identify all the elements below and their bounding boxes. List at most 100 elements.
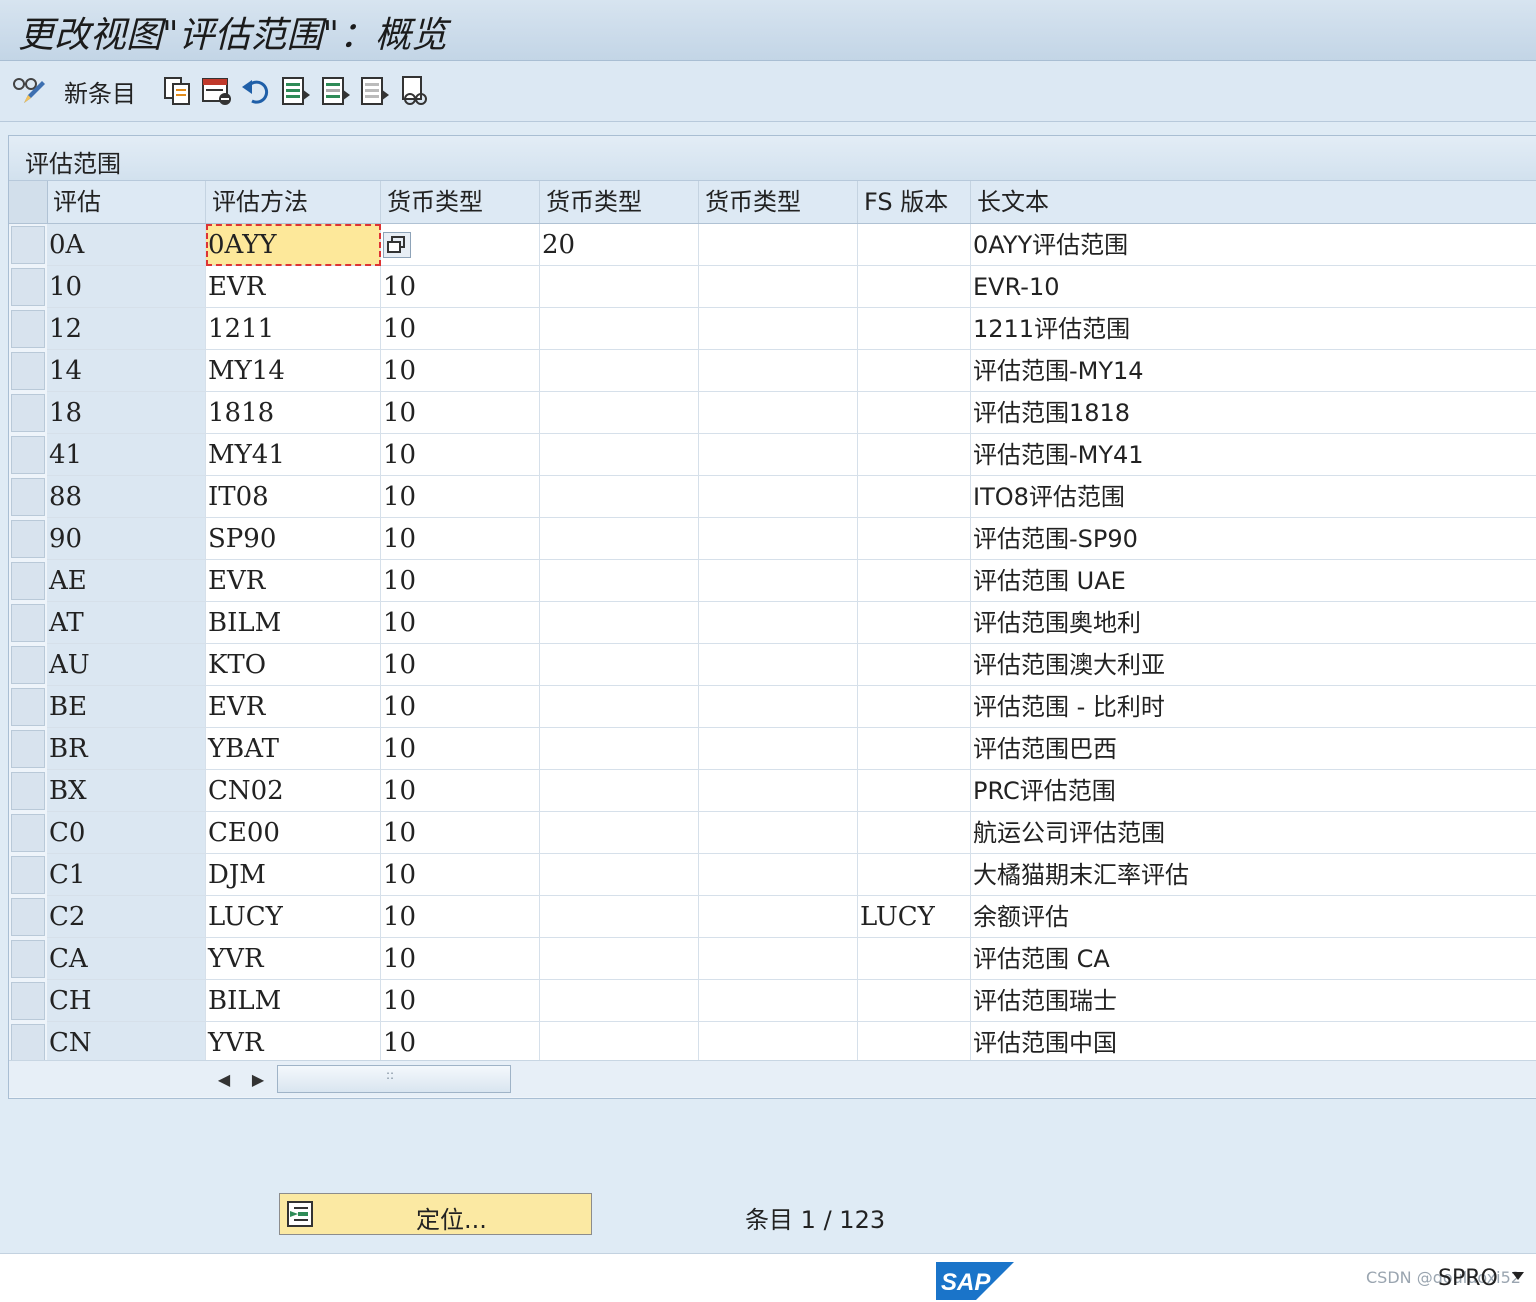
cell-currency-type-2[interactable]	[540, 518, 699, 560]
cell-currency-type-1[interactable]: 10	[381, 560, 540, 602]
cell-currency-type-2[interactable]	[540, 476, 699, 518]
cell-method[interactable]: KTO	[206, 644, 381, 686]
system-id[interactable]: SPRO	[1438, 1266, 1498, 1291]
cell-long-text[interactable]: 航运公司评估范围	[971, 812, 1536, 854]
cell-fs-version[interactable]	[858, 518, 971, 560]
cell-currency-type-2[interactable]	[540, 434, 699, 476]
cell-currency-type-2[interactable]	[540, 644, 699, 686]
cell-currency-type-3[interactable]	[699, 434, 858, 476]
cell-long-text[interactable]: 1211评估范围	[971, 308, 1536, 350]
copy-button[interactable]	[162, 75, 194, 107]
cell-currency-type-1[interactable]: 10	[381, 728, 540, 770]
cell-currency-type-1[interactable]: 10	[381, 812, 540, 854]
select-block-button[interactable]	[320, 75, 352, 107]
cell-currency-type-1[interactable]: 10	[381, 518, 540, 560]
cell-fs-version[interactable]	[858, 728, 971, 770]
cell-currency-type-1[interactable]: 10	[381, 644, 540, 686]
cell-currency-type-3[interactable]	[699, 770, 858, 812]
cell-fs-version[interactable]	[858, 392, 971, 434]
cell-currency-type-1[interactable]: 10	[381, 476, 540, 518]
cell-currency-type-2[interactable]	[540, 854, 699, 896]
cell-currency-type-3[interactable]	[699, 476, 858, 518]
cell-fs-version[interactable]	[858, 812, 971, 854]
cell-currency-type-2[interactable]	[540, 392, 699, 434]
cell-currency-type-1[interactable]: 10	[381, 1022, 540, 1064]
deselect-all-button[interactable]	[359, 75, 391, 107]
cell-currency-type-3[interactable]	[699, 350, 858, 392]
cell-method[interactable]: EVR	[206, 560, 381, 602]
position-button[interactable]: 定位...	[279, 1193, 592, 1235]
scrollbar-thumb[interactable]: ::	[277, 1065, 511, 1093]
cell-method[interactable]: EVR	[206, 266, 381, 308]
cell-currency-type-2[interactable]: 20	[540, 224, 699, 266]
cell-currency-type-3[interactable]	[699, 266, 858, 308]
cell-long-text[interactable]: EVR-10	[971, 266, 1536, 308]
cell-fs-version[interactable]	[858, 350, 971, 392]
row-selector[interactable]	[11, 940, 45, 978]
cell-long-text[interactable]: 评估范围 CA	[971, 938, 1536, 980]
row-selector[interactable]	[11, 436, 45, 474]
cell-long-text[interactable]: 评估范围奥地利	[971, 602, 1536, 644]
cell-currency-type-3[interactable]	[699, 728, 858, 770]
cell-currency-type-2[interactable]	[540, 308, 699, 350]
cell-currency-type-3[interactable]	[699, 560, 858, 602]
cell-method[interactable]: CN02	[206, 770, 381, 812]
row-selector[interactable]	[11, 562, 45, 600]
row-selector[interactable]	[11, 268, 45, 306]
cell-long-text[interactable]: PRC评估范围	[971, 770, 1536, 812]
cell-currency-type-3[interactable]	[699, 1022, 858, 1064]
cell-method[interactable]: YVR	[206, 938, 381, 980]
select-all-button[interactable]	[280, 75, 312, 107]
cell-fs-version[interactable]	[858, 560, 971, 602]
select-all-rows-button[interactable]	[9, 181, 48, 223]
cell-fs-version[interactable]	[858, 644, 971, 686]
column-header-valuation[interactable]: 评估	[47, 181, 206, 223]
cell-method[interactable]: 0AYY	[206, 224, 381, 266]
cell-long-text[interactable]: 评估范围 UAE	[971, 560, 1536, 602]
row-selector[interactable]	[11, 814, 45, 852]
cell-method[interactable]: IT08	[206, 476, 381, 518]
cell-currency-type-2[interactable]	[540, 350, 699, 392]
cell-fs-version[interactable]	[858, 224, 971, 266]
row-selector[interactable]	[11, 898, 45, 936]
cell-method[interactable]: MY41	[206, 434, 381, 476]
cell-currency-type-3[interactable]	[699, 854, 858, 896]
cell-method[interactable]: YVR	[206, 1022, 381, 1064]
cell-currency-type-3[interactable]	[699, 224, 858, 266]
value-help-icon[interactable]	[383, 232, 411, 258]
cell-fs-version[interactable]	[858, 476, 971, 518]
column-header-method[interactable]: 评估方法	[206, 181, 381, 223]
cell-long-text[interactable]: ITO8评估范围	[971, 476, 1536, 518]
undo-button[interactable]	[240, 75, 272, 107]
cell-currency-type-1[interactable]: 10	[381, 434, 540, 476]
cell-currency-type-3[interactable]	[699, 644, 858, 686]
print-button[interactable]	[399, 75, 431, 107]
cell-currency-type-2[interactable]	[540, 686, 699, 728]
cell-currency-type-1[interactable]: 10	[381, 770, 540, 812]
new-entries-button[interactable]: 新条目	[64, 75, 136, 108]
cell-currency-type-1[interactable]: 10	[381, 350, 540, 392]
cell-fs-version[interactable]	[858, 854, 971, 896]
cell-long-text[interactable]: 评估范围巴西	[971, 728, 1536, 770]
cell-currency-type-2[interactable]	[540, 602, 699, 644]
cell-method[interactable]: BILM	[206, 980, 381, 1022]
cell-long-text[interactable]: 评估范围 - 比利时	[971, 686, 1536, 728]
cell-method[interactable]: CE00	[206, 812, 381, 854]
cell-currency-type-3[interactable]	[699, 602, 858, 644]
chevron-down-icon[interactable]	[1512, 1272, 1524, 1280]
cell-fs-version[interactable]	[858, 602, 971, 644]
row-selector[interactable]	[11, 226, 45, 264]
cell-currency-type-3[interactable]	[699, 308, 858, 350]
cell-fs-version[interactable]	[858, 1022, 971, 1064]
column-header-currency-type-1[interactable]: 货币类型	[381, 181, 540, 223]
row-selector[interactable]	[11, 646, 45, 684]
cell-method[interactable]: EVR	[206, 686, 381, 728]
scroll-left-icon[interactable]: ◀	[211, 1067, 237, 1093]
cell-currency-type-2[interactable]	[540, 266, 699, 308]
cell-long-text[interactable]: 0AYY评估范围	[971, 224, 1536, 266]
row-selector[interactable]	[11, 604, 45, 642]
cell-currency-type-2[interactable]	[540, 812, 699, 854]
cell-fs-version[interactable]	[858, 686, 971, 728]
cell-long-text[interactable]: 评估范围瑞士	[971, 980, 1536, 1022]
horizontal-scrollbar[interactable]: ◀ ▶ ::	[9, 1060, 1536, 1097]
